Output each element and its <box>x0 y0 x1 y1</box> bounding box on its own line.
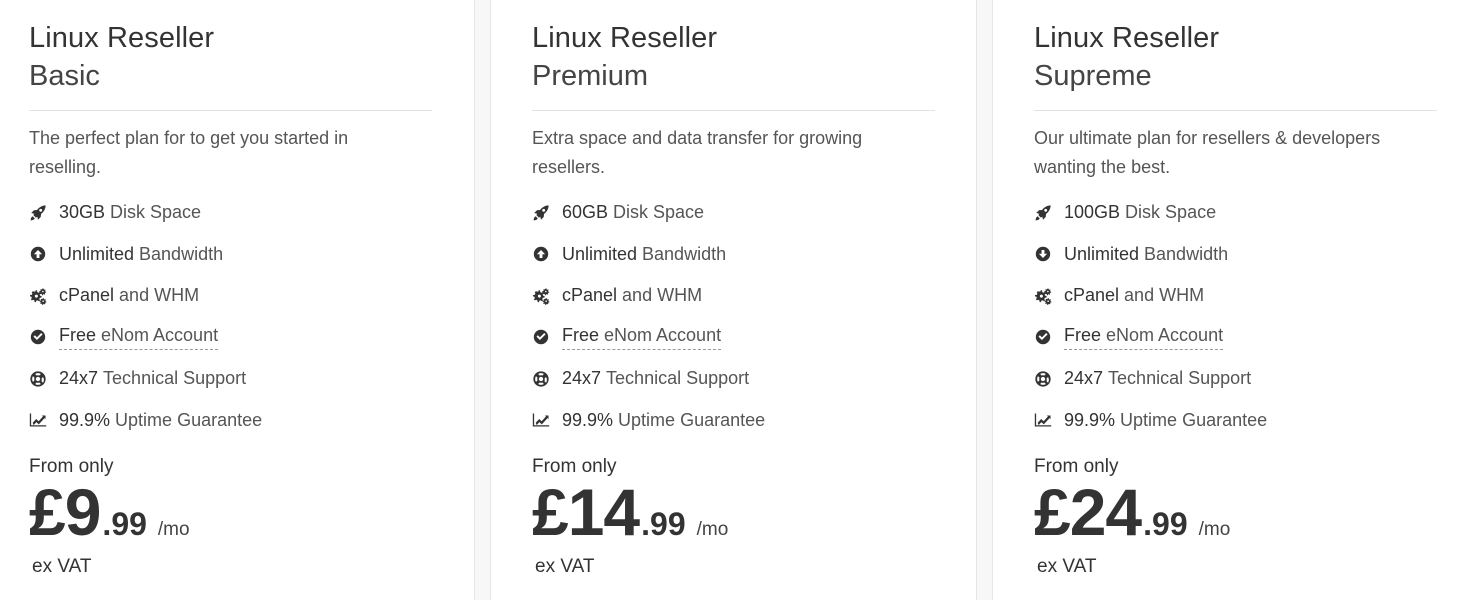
feature-uptime: 99.9% Uptime Guarantee <box>1034 400 1436 442</box>
divider <box>532 110 935 111</box>
feature-bandwidth: Unlimited Bandwidth <box>1034 234 1436 276</box>
life-ring-icon <box>29 369 59 389</box>
rocket-icon <box>532 203 562 223</box>
feature-uptime: 99.9% Uptime Guarantee <box>29 400 444 442</box>
plan-title: Linux Reseller <box>532 22 718 54</box>
plan-subtitle: Premium <box>532 60 649 92</box>
plan-card-supreme: Linux Reseller Supreme Our ultimate plan… <box>992 0 1465 600</box>
feature-list: 30GB Disk Space Unlimited Bandwidth cPanel… <box>29 192 444 441</box>
cogs-icon <box>1034 286 1064 306</box>
check-circle-icon <box>1034 327 1064 347</box>
price: £9 .99 /mo <box>29 475 444 549</box>
divider <box>29 110 432 111</box>
life-ring-icon <box>1034 369 1064 389</box>
price-main: £9 <box>29 475 101 549</box>
vat-label: ex VAT <box>535 556 595 577</box>
plan-title: Linux Reseller <box>29 22 215 54</box>
price-cents: .99 <box>1143 506 1188 542</box>
rocket-icon <box>29 203 59 223</box>
check-circle-icon <box>29 327 59 347</box>
feature-support: 24x7 Technical Support <box>29 358 444 400</box>
vat-label: ex VAT <box>1037 556 1097 577</box>
feature-bandwidth: Unlimited Bandwidth <box>532 234 946 276</box>
line-chart-icon <box>29 410 59 430</box>
feature-disk-space: 30GB Disk Space <box>29 192 444 234</box>
plan-description: The perfect plan for to get you started … <box>29 128 349 177</box>
price-period: /mo <box>1198 519 1231 540</box>
vat-label: ex VAT <box>32 556 92 577</box>
price-period: /mo <box>157 519 190 540</box>
plan-description: Extra space and data transfer for growin… <box>532 128 863 177</box>
cogs-icon <box>29 286 59 306</box>
feature-enom-account[interactable]: Free eNom Account <box>29 317 444 359</box>
line-chart-icon <box>532 410 562 430</box>
feature-support: 24x7 Technical Support <box>1034 358 1436 400</box>
enom-tooltip-trigger[interactable]: Free eNom Account <box>59 325 219 350</box>
plan-description: Our ultimate plan for resellers & develo… <box>1034 128 1381 177</box>
price-period: /mo <box>696 519 729 540</box>
feature-uptime: 99.9% Uptime Guarantee <box>532 400 946 442</box>
price: £24 .99 /mo <box>1034 475 1436 549</box>
plan-subtitle: Basic <box>29 60 100 92</box>
feature-cpanel: cPanel and WHM <box>29 275 444 317</box>
arrow-up-circle-icon <box>29 244 59 264</box>
divider <box>1034 110 1437 111</box>
enom-tooltip-trigger[interactable]: Free eNom Account <box>562 325 722 350</box>
check-circle-icon <box>532 327 562 347</box>
price: £14 .99 /mo <box>532 475 946 549</box>
feature-list: 60GB Disk Space Unlimited Bandwidth cPanel… <box>532 192 946 441</box>
feature-disk-space: 60GB Disk Space <box>532 192 946 234</box>
feature-enom-account[interactable]: Free eNom Account <box>532 317 946 359</box>
plan-card-premium: Linux Reseller Premium Extra space and d… <box>490 0 977 600</box>
plan-subtitle: Supreme <box>1034 60 1152 92</box>
arrow-up-circle-icon <box>532 244 562 264</box>
feature-support: 24x7 Technical Support <box>532 358 946 400</box>
price-cents: .99 <box>641 506 686 542</box>
feature-cpanel: cPanel and WHM <box>532 275 946 317</box>
plan-title: Linux Reseller <box>1034 22 1220 54</box>
feature-enom-account[interactable]: Free eNom Account <box>1034 317 1436 359</box>
cogs-icon <box>532 286 562 306</box>
price-main: £14 <box>532 475 640 549</box>
feature-bandwidth: Unlimited Bandwidth <box>29 234 444 276</box>
arrow-down-circle-icon <box>1034 244 1064 264</box>
feature-disk-space: 100GB Disk Space <box>1034 192 1436 234</box>
price-cents: .99 <box>102 506 147 542</box>
feature-list: 100GB Disk Space Unlimited Bandwidth cPane… <box>1034 192 1436 441</box>
rocket-icon <box>1034 203 1064 223</box>
feature-cpanel: cPanel and WHM <box>1034 275 1436 317</box>
price-main: £24 <box>1034 475 1142 549</box>
enom-tooltip-trigger[interactable]: Free eNom Account <box>1064 325 1224 350</box>
line-chart-icon <box>1034 410 1064 430</box>
life-ring-icon <box>532 369 562 389</box>
pricing-plans: Linux Reseller Basic The perfect plan fo… <box>0 0 1465 600</box>
plan-card-basic: Linux Reseller Basic The perfect plan fo… <box>0 0 475 600</box>
